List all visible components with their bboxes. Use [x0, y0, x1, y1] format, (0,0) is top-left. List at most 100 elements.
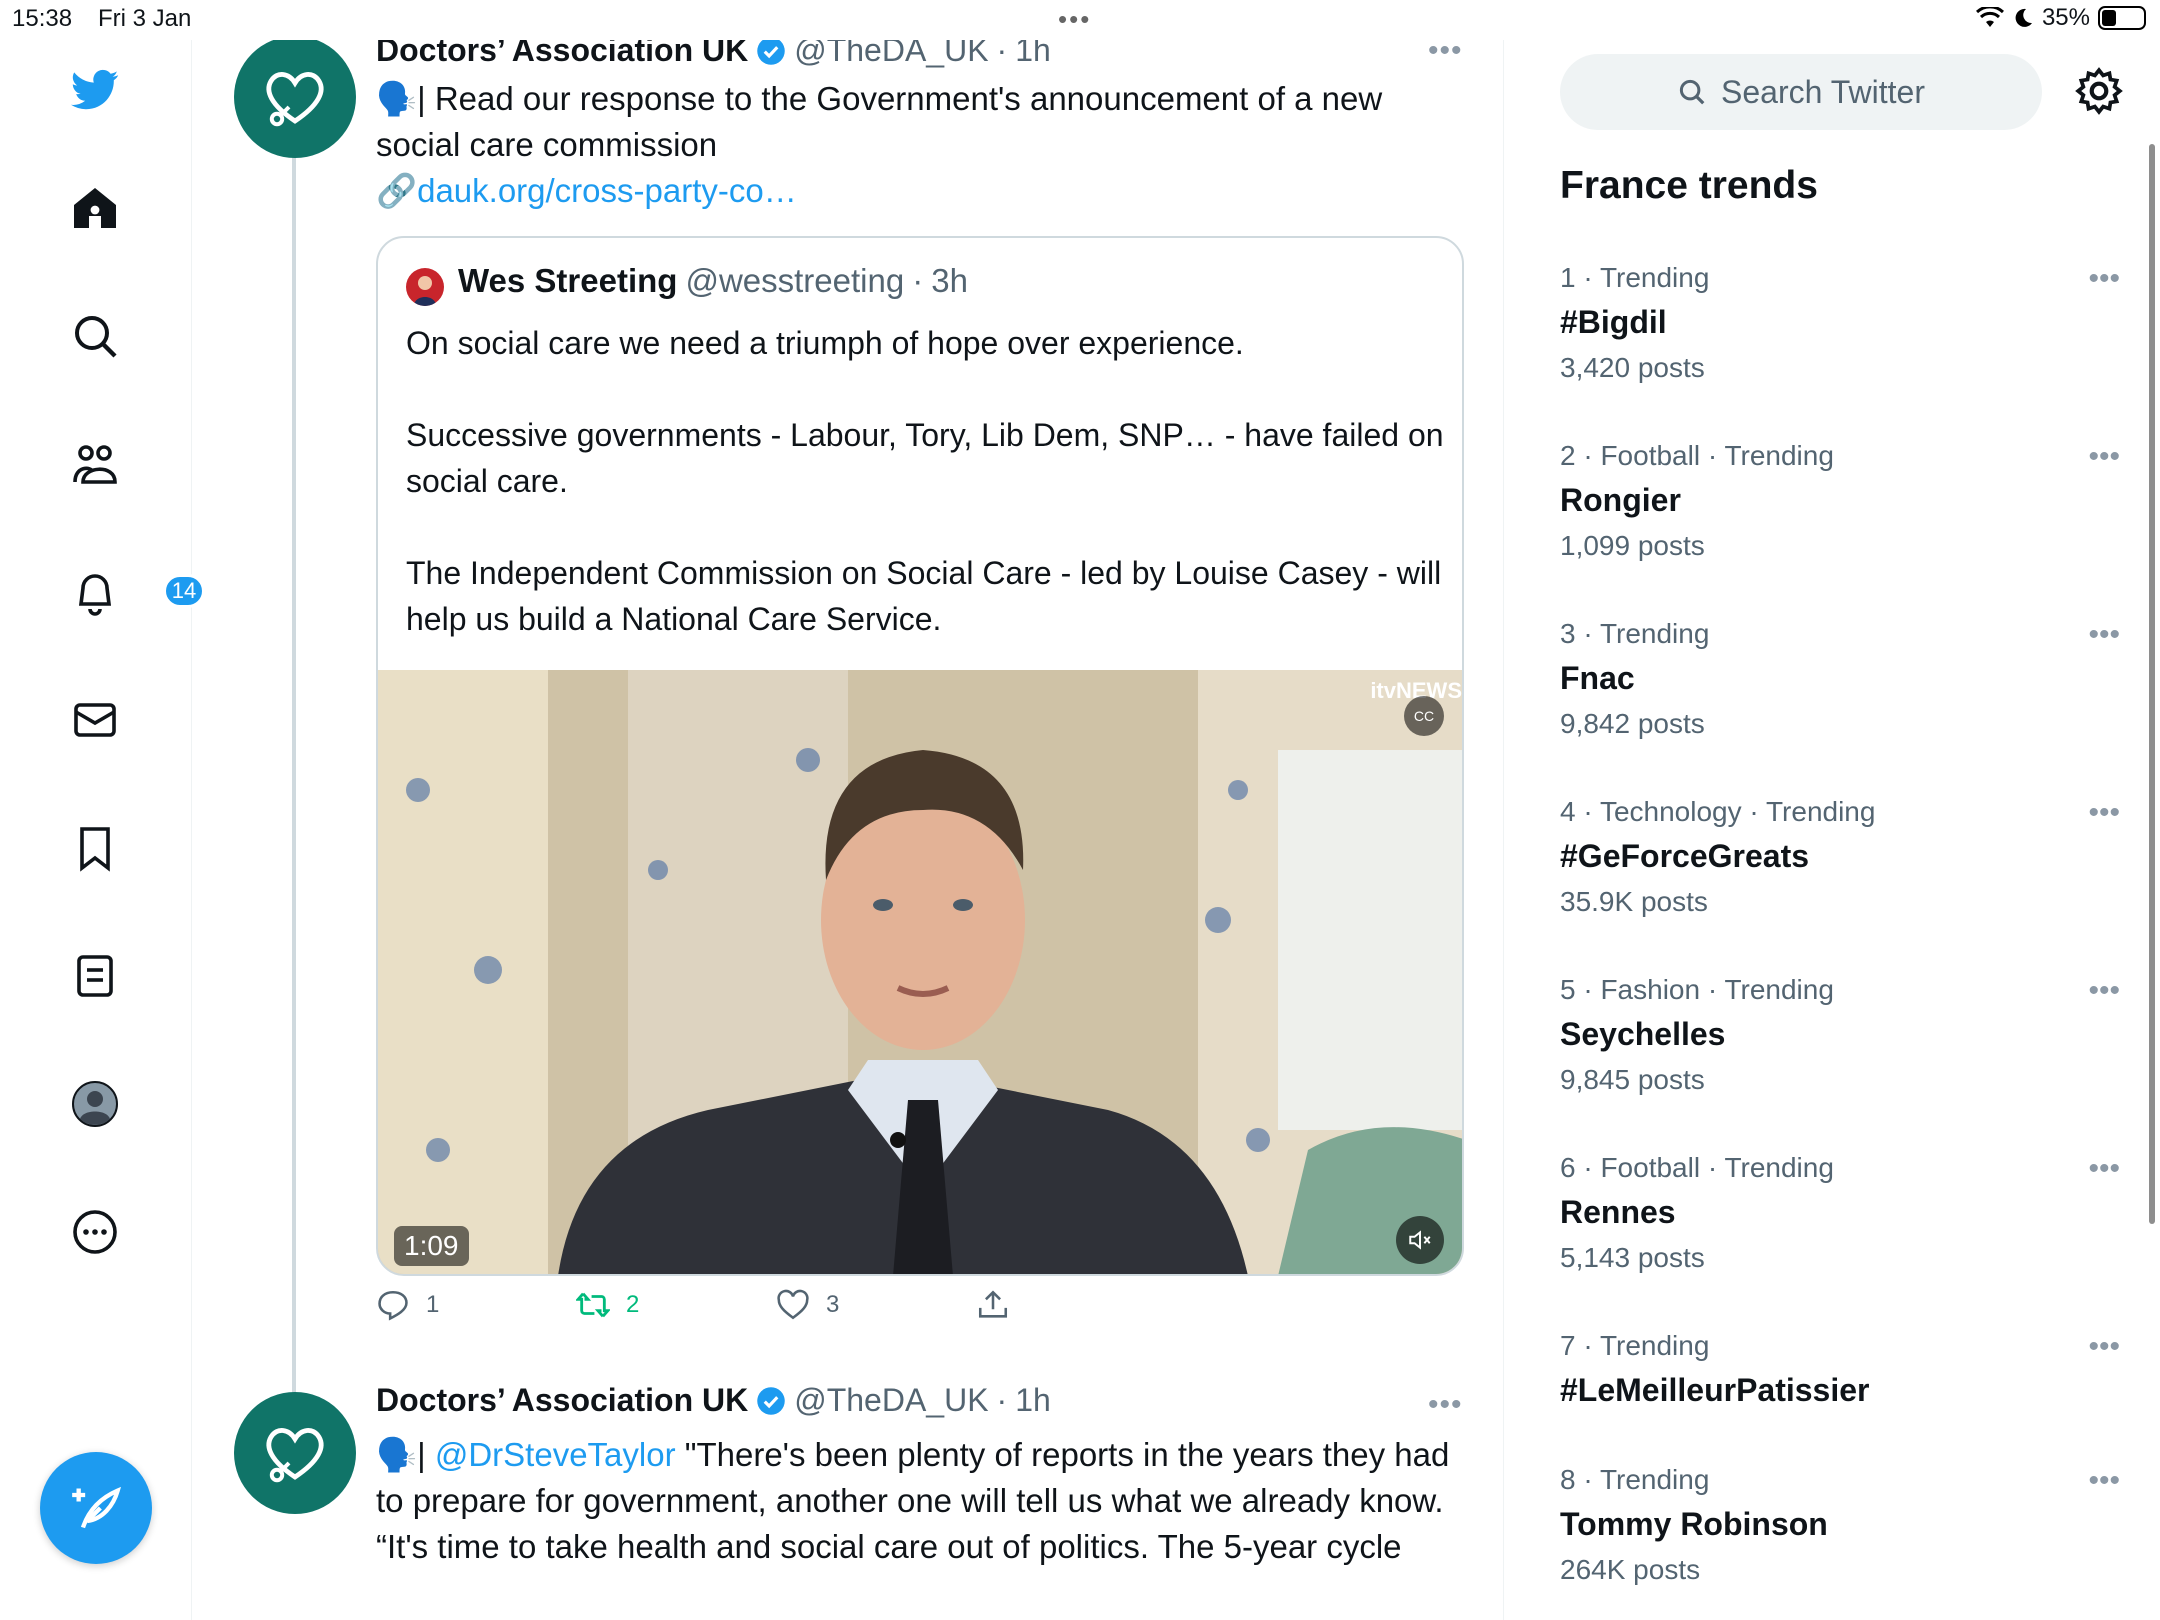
trend-count: 3,420 posts: [1560, 352, 1705, 383]
reply-count: 1: [426, 1291, 440, 1318]
tweet-handle[interactable]: @TheDA_UK: [794, 1382, 988, 1419]
status-indicators: 35%: [1975, 4, 2146, 32]
trend-name: Rongier: [1560, 482, 1681, 518]
tweet-author-name[interactable]: Doctors’ Association UK: [376, 1382, 748, 1419]
tweet-link[interactable]: dauk.org/cross-party-co…: [417, 172, 797, 209]
tweet-handle[interactable]: @TheDA_UK: [794, 40, 988, 69]
trend-meta: 2 · Football · Trending: [1560, 440, 1834, 471]
messages-envelope-icon[interactable]: [65, 690, 125, 750]
trend-more-icon[interactable]: •••: [2088, 440, 2120, 474]
tweet-author-name[interactable]: Doctors’ Association UK: [376, 40, 748, 69]
tweet-actions: 1 2 3: [376, 1288, 1376, 1338]
trend-item[interactable]: 6 · Football · Trending Rennes 5,143 pos…: [1560, 1152, 2120, 1282]
quoted-tweet-header: Wes Streeting @wesstreeting · 3h: [458, 262, 968, 300]
like-button[interactable]: 3: [776, 1288, 839, 1322]
quoted-paragraph: Successive governments - Labour, Tory, L…: [406, 417, 1444, 499]
lists-icon[interactable]: [65, 946, 125, 1006]
trend-item[interactable]: 3 · Trending Fnac 9,842 posts •••: [1560, 618, 2120, 748]
trend-count: 9,845 posts: [1560, 1064, 1705, 1095]
tweet-more-options-icon[interactable]: •••: [1428, 1388, 1463, 1422]
quoted-tweet-card[interactable]: Wes Streeting @wesstreeting · 3h On soci…: [376, 236, 1464, 1276]
retweet-count: 2: [626, 1291, 640, 1318]
profile-avatar-icon[interactable]: [65, 1074, 125, 1134]
share-button[interactable]: [976, 1288, 1010, 1322]
quoted-handle[interactable]: @wesstreeting: [685, 262, 904, 300]
trend-name: Rennes: [1560, 1194, 1676, 1230]
tweet-separator: ·: [996, 40, 1008, 68]
trend-more-icon[interactable]: •••: [2088, 618, 2120, 652]
bookmarks-icon[interactable]: [65, 818, 125, 878]
twitter-logo-icon[interactable]: [65, 60, 125, 120]
battery-percent: 35%: [2041, 4, 2090, 31]
settings-gear-icon[interactable]: [2074, 66, 2124, 116]
trend-more-icon[interactable]: •••: [2088, 974, 2120, 1008]
video-frame-illustration: [378, 670, 1462, 1274]
battery-level: [2102, 10, 2116, 26]
tweet-time[interactable]: 1h: [1015, 40, 1051, 69]
trend-name: Seychelles: [1560, 1016, 1726, 1052]
status-date: Fri 3 Jan: [98, 5, 192, 32]
search-twitter-input[interactable]: Search Twitter: [1560, 54, 2042, 130]
trend-item[interactable]: 5 · Fashion · Trending Seychelles 9,845 …: [1560, 974, 2120, 1104]
tweet-body: Read our response to the Government's an…: [376, 80, 1383, 163]
heart-icon: [777, 1289, 809, 1320]
quoted-paragraph: The Independent Commission on Social Car…: [406, 555, 1442, 637]
trend-meta: 8 · Trending: [1560, 1464, 1710, 1495]
compose-tweet-button[interactable]: [40, 1452, 152, 1564]
multitasking-dots-icon[interactable]: •••: [1058, 4, 1091, 35]
reply-button[interactable]: 1: [376, 1288, 439, 1322]
trend-count: 9,842 posts: [1560, 708, 1705, 739]
doctors-association-avatar[interactable]: [234, 1392, 356, 1514]
tweet-text: 🗣️| @DrSteveTaylor "There's been plenty …: [376, 1432, 1476, 1570]
quoted-time[interactable]: 3h: [931, 262, 968, 300]
tweet-text: 🗣️| Read our response to the Government'…: [376, 76, 1466, 214]
trend-more-icon[interactable]: •••: [2088, 1464, 2120, 1498]
verified-badge-icon: [757, 1386, 785, 1415]
trend-name: #LeMeilleurPatissier: [1560, 1372, 1870, 1408]
sidebar-scrollbar[interactable]: [2149, 144, 2155, 1224]
mention-link[interactable]: @DrSteveTaylor: [435, 1436, 676, 1473]
home-icon[interactable]: [65, 178, 125, 238]
quoted-author-name[interactable]: Wes Streeting: [458, 262, 677, 300]
communities-icon[interactable]: [65, 434, 125, 494]
search-icon: [1679, 79, 1705, 105]
tweet-more-options-icon[interactable]: •••: [1428, 40, 1463, 68]
heart-stethoscope-logo-icon: [266, 72, 324, 127]
doctors-association-avatar[interactable]: [234, 40, 356, 158]
trend-name: Tommy Robinson: [1560, 1506, 1828, 1542]
trend-more-icon[interactable]: •••: [2088, 1330, 2120, 1364]
more-options-icon[interactable]: [65, 1202, 125, 1262]
tweet-header: Doctors’ Association UK @TheDA_UK · 1h: [376, 1382, 1051, 1419]
trend-name: Fnac: [1560, 660, 1635, 696]
trends-title: France trends: [1560, 164, 1818, 207]
trend-meta: 4 · Technology · Trending: [1560, 796, 1876, 827]
video-player[interactable]: itvNEWS CC 1:09: [378, 670, 1462, 1274]
status-time: 15:38: [12, 5, 73, 32]
search-icon[interactable]: [65, 306, 125, 366]
quoted-paragraph: On social care we need a triumph of hope…: [406, 325, 1244, 361]
trend-more-icon[interactable]: •••: [2088, 796, 2120, 830]
compose-feather-icon: [72, 1486, 122, 1529]
trend-item[interactable]: 2 · Football · Trending Rongier 1,099 po…: [1560, 440, 2120, 570]
search-placeholder: Search Twitter: [1721, 73, 1925, 110]
reply-icon: [378, 1290, 408, 1321]
tweet-separator: ·: [996, 1382, 1008, 1418]
trend-item[interactable]: 8 · Trending Tommy Robinson 264K posts •…: [1560, 1464, 2120, 1594]
closed-captions-button[interactable]: CC: [1404, 696, 1444, 736]
trend-more-icon[interactable]: •••: [2088, 1152, 2120, 1186]
trend-item[interactable]: 4 · Technology · Trending #GeForceGreats…: [1560, 796, 2120, 926]
trend-meta: 1 · Trending: [1560, 262, 1710, 293]
retweet-button[interactable]: 2: [576, 1288, 639, 1322]
trend-count: 264K posts: [1560, 1554, 1701, 1585]
quoted-author-avatar[interactable]: [406, 268, 444, 306]
notifications-bell-icon[interactable]: 14: [65, 562, 205, 622]
mute-toggle-button[interactable]: [1396, 1216, 1444, 1264]
trend-count: 1,099 posts: [1560, 530, 1705, 561]
trend-more-icon[interactable]: •••: [2088, 262, 2120, 296]
trend-item[interactable]: 7 · Trending #LeMeilleurPatissier •••: [1560, 1330, 2120, 1418]
tweet-time[interactable]: 1h: [1015, 1382, 1051, 1419]
retweet-icon: [576, 1292, 610, 1318]
trend-item[interactable]: 1 · Trending #Bigdil 3,420 posts •••: [1560, 262, 2120, 392]
right-sidebar: Search Twitter France trends 1 · Trendin…: [1503, 40, 2160, 1620]
battery-icon: [2098, 6, 2146, 30]
